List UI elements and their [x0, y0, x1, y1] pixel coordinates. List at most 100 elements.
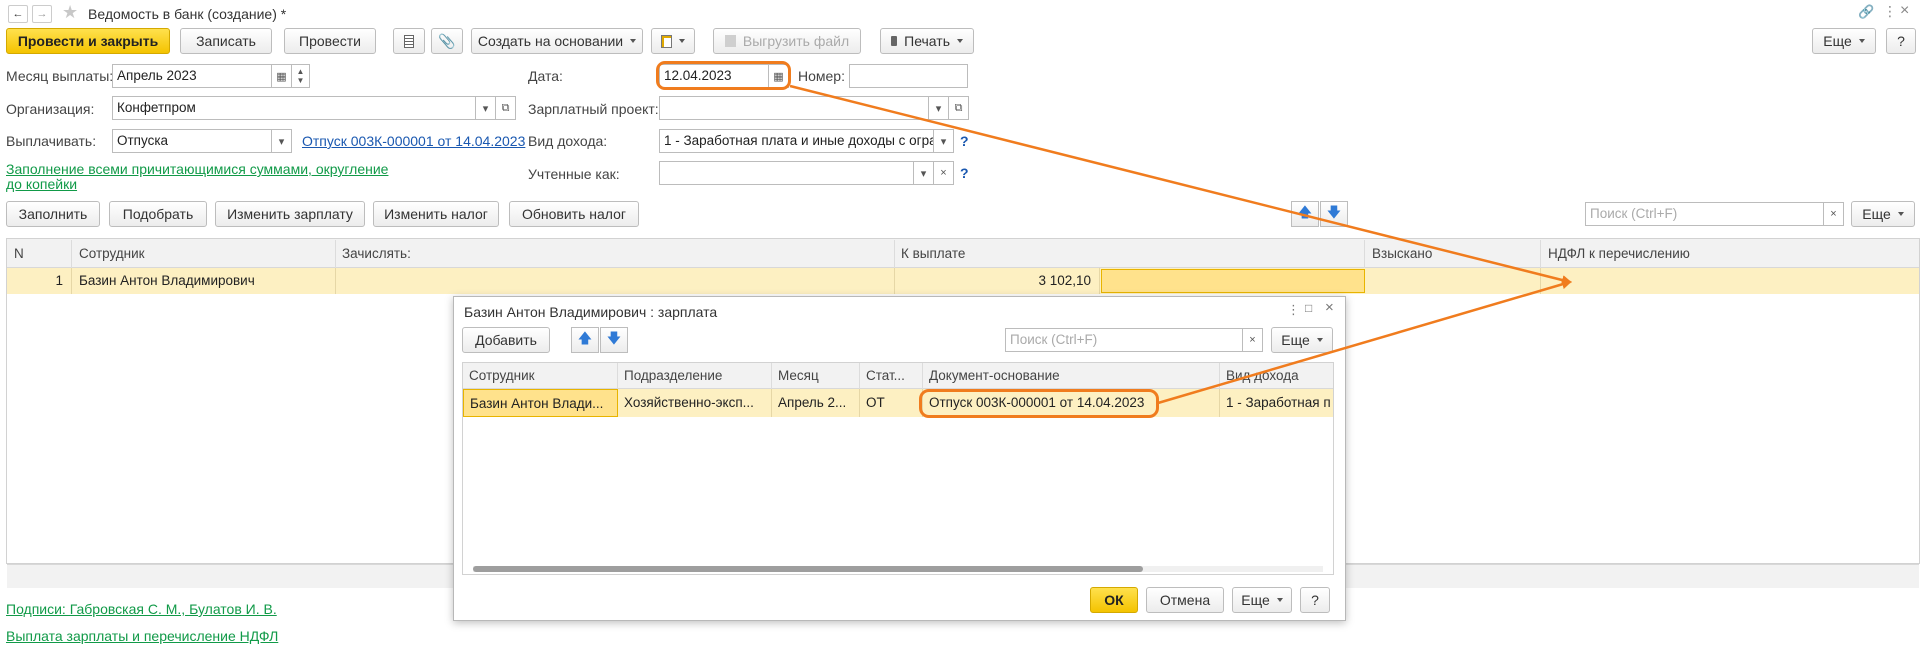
- dialog-help-button[interactable]: ?: [1300, 587, 1330, 613]
- date-highlight: [656, 61, 791, 90]
- move-down-button[interactable]: 🡇: [1320, 201, 1348, 227]
- pay-label: Выплачивать:: [6, 133, 97, 149]
- col-withheld[interactable]: Взыскано: [1366, 240, 1541, 268]
- dlg-cell-department[interactable]: Хозяйственно-эксп...: [618, 389, 772, 417]
- close-icon[interactable]: ×: [1900, 2, 1909, 20]
- fill-button[interactable]: Заполнить: [6, 201, 100, 227]
- dialog-search-clear-icon[interactable]: ×: [1243, 328, 1263, 352]
- income-help-link[interactable]: ?: [960, 133, 969, 149]
- favorite-star-icon[interactable]: ★: [62, 2, 78, 23]
- dialog-search-input[interactable]: Поиск (Ctrl+F): [1005, 328, 1243, 352]
- dialog-move-up-button[interactable]: 🡅: [571, 327, 599, 353]
- dlg-col-employee[interactable]: Сотрудник: [463, 363, 618, 389]
- calendar-icon[interactable]: ▦: [272, 64, 292, 88]
- month-stepper[interactable]: ▲ ▼: [292, 64, 310, 88]
- dialog-footer-more-button[interactable]: Еще: [1232, 587, 1292, 613]
- create-based-on-button[interactable]: Создать на основании: [471, 28, 643, 54]
- document-journal-button[interactable]: [393, 28, 425, 54]
- income-dropdown-icon[interactable]: ▾: [934, 129, 954, 153]
- table-search-input[interactable]: Поиск (Ctrl+F): [1585, 202, 1824, 226]
- dlg-cell-employee[interactable]: Базин Антон Влади...: [463, 389, 618, 417]
- signatures-link[interactable]: Подписи: Габровская С. М., Булатов И. В.: [6, 601, 277, 617]
- salary-project-open-icon[interactable]: ⧉: [949, 96, 969, 120]
- export-icon: [724, 35, 736, 47]
- post-button[interactable]: Провести: [284, 28, 376, 54]
- dialog-move-down-button[interactable]: 🡇: [600, 327, 628, 353]
- report-menu-button[interactable]: [651, 28, 695, 54]
- window-menu-icon[interactable]: ⋮: [1883, 3, 1897, 20]
- counted-as-dropdown-icon[interactable]: ▾: [914, 161, 934, 185]
- dialog-table: Сотрудник Подразделение Месяц Стат... До…: [462, 362, 1334, 575]
- post-and-close-button[interactable]: Провести и закрыть: [6, 28, 170, 54]
- pay-dropdown-icon[interactable]: ▾: [272, 129, 292, 153]
- help-button[interactable]: ?: [1886, 28, 1916, 54]
- salary-project-dropdown-icon[interactable]: ▾: [929, 96, 949, 120]
- cell-withheld[interactable]: [1366, 268, 1541, 294]
- attach-button[interactable]: 📎: [431, 28, 463, 54]
- org-open-icon[interactable]: ⧉: [496, 96, 516, 120]
- income-label: Вид дохода:: [528, 133, 608, 149]
- scrollbar-thumb[interactable]: [473, 566, 1143, 572]
- cell-n[interactable]: 1: [8, 268, 72, 294]
- pay-field[interactable]: Отпуска: [112, 129, 272, 153]
- dialog-title: Базин Антон Владимирович : зарплата: [464, 304, 718, 320]
- arrow-up-icon: 🡅: [1297, 204, 1313, 220]
- salary-project-field[interactable]: [659, 96, 929, 120]
- number-field[interactable]: [849, 64, 968, 88]
- move-up-button[interactable]: 🡅: [1291, 201, 1319, 227]
- vacation-document-link[interactable]: Отпуск 003К-000001 от 14.04.2023: [302, 133, 525, 149]
- dialog-horizontal-scrollbar[interactable]: [473, 566, 1323, 572]
- cell-ndfl[interactable]: [1542, 268, 1920, 294]
- dlg-cell-status[interactable]: ОТ: [860, 389, 923, 417]
- col-employee[interactable]: Сотрудник: [73, 240, 336, 268]
- dialog-cancel-button[interactable]: Отмена: [1146, 587, 1224, 613]
- number-label: Номер:: [798, 68, 845, 84]
- save-button[interactable]: Записать: [180, 28, 272, 54]
- cell-employee[interactable]: Базин Антон Владимирович: [73, 268, 336, 294]
- table-search-clear-icon[interactable]: ×: [1824, 202, 1844, 226]
- dialog-maximize-icon[interactable]: □: [1305, 301, 1312, 315]
- month-field[interactable]: Апрель 2023: [112, 64, 272, 88]
- cell-to-pay-edit[interactable]: [1101, 269, 1365, 293]
- dialog-close-icon[interactable]: ×: [1325, 299, 1334, 316]
- update-tax-button[interactable]: Обновить налог: [509, 201, 639, 227]
- dlg-cell-month[interactable]: Апрель 2...: [772, 389, 860, 417]
- change-salary-button[interactable]: Изменить зарплату: [215, 201, 365, 227]
- org-field[interactable]: Конфетпром: [112, 96, 476, 120]
- col-to-pay[interactable]: К выплате: [895, 240, 1365, 268]
- dialog-ok-button[interactable]: ОК: [1090, 587, 1138, 613]
- col-ndfl[interactable]: НДФЛ к перечислению: [1542, 240, 1920, 268]
- col-credit[interactable]: Зачислять:: [336, 240, 895, 268]
- fill-mode-link[interactable]: Заполнение всеми причитающимися суммами,…: [6, 162, 406, 192]
- col-n[interactable]: N: [8, 240, 72, 268]
- income-field[interactable]: 1 - Заработная плата и иные доходы с огр…: [659, 129, 934, 153]
- cell-to-pay[interactable]: 3 102,10: [895, 268, 1100, 294]
- nav-back-button[interactable]: ←: [8, 5, 28, 23]
- export-file-button[interactable]: Выгрузить файл: [713, 28, 861, 54]
- dialog-menu-icon[interactable]: ⋮: [1287, 302, 1300, 318]
- dialog-more-button[interactable]: Еще: [1271, 327, 1333, 353]
- org-dropdown-icon[interactable]: ▾: [476, 96, 496, 120]
- select-button[interactable]: Подобрать: [109, 201, 207, 227]
- counted-as-field[interactable]: [659, 161, 914, 185]
- counted-as-clear-icon[interactable]: ×: [934, 161, 954, 185]
- dialog-add-button[interactable]: Добавить: [462, 327, 550, 353]
- payment-link[interactable]: Выплата зарплаты и перечисление НДФЛ: [6, 628, 278, 644]
- arrow-down-icon: 🡇: [606, 330, 622, 346]
- link-icon[interactable]: 🔗: [1858, 4, 1874, 20]
- window-title: Ведомость в банк (создание) *: [88, 6, 287, 22]
- dlg-col-document[interactable]: Документ-основание: [923, 363, 1220, 389]
- change-tax-button[interactable]: Изменить налог: [373, 201, 499, 227]
- counted-as-help-link[interactable]: ?: [960, 165, 969, 181]
- table-more-button[interactable]: Еще: [1851, 201, 1915, 227]
- dlg-col-status[interactable]: Стат...: [860, 363, 923, 389]
- export-file-label: Выгрузить файл: [742, 33, 850, 49]
- print-button[interactable]: Печать: [880, 28, 974, 54]
- dlg-col-income[interactable]: Вид дохода: [1220, 363, 1333, 389]
- more-button[interactable]: Еще: [1812, 28, 1876, 54]
- nav-forward-button[interactable]: →: [32, 5, 52, 23]
- dlg-col-department[interactable]: Подразделение: [618, 363, 772, 389]
- dlg-cell-income[interactable]: 1 - Заработная п: [1220, 389, 1333, 417]
- dlg-col-month[interactable]: Месяц: [772, 363, 860, 389]
- cell-credit[interactable]: [336, 268, 895, 294]
